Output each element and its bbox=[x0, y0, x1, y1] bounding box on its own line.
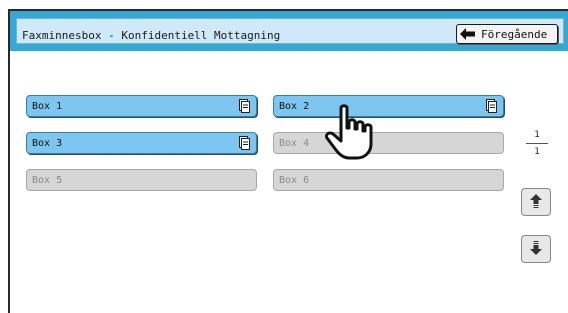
back-button-label: Föregående bbox=[481, 27, 548, 41]
box-label: Box 1 bbox=[32, 100, 63, 112]
scroll-up-button[interactable] bbox=[521, 188, 551, 216]
document-icon bbox=[239, 136, 250, 153]
window-frame bbox=[8, 9, 568, 313]
box-label: Box 5 bbox=[32, 174, 63, 186]
box-3-button[interactable]: Box 3 bbox=[26, 132, 257, 154]
box-6-button[interactable]: Box 6 bbox=[273, 169, 504, 191]
document-icon bbox=[239, 99, 250, 116]
scroll-down-button[interactable] bbox=[521, 235, 551, 263]
document-icon bbox=[486, 99, 497, 116]
box-4-button[interactable]: Box 4 bbox=[273, 132, 504, 154]
box-5-button[interactable]: Box 5 bbox=[26, 169, 257, 191]
arrow-left-icon bbox=[457, 28, 479, 40]
box-label: Box 2 bbox=[279, 100, 310, 112]
current-page: 1 bbox=[534, 130, 540, 140]
box-label: Box 3 bbox=[32, 137, 63, 149]
box-label: Box 4 bbox=[279, 137, 310, 149]
page-divider bbox=[526, 143, 548, 144]
total-pages: 1 bbox=[534, 147, 540, 157]
hand-cursor-icon bbox=[325, 104, 381, 166]
arrow-up-icon bbox=[530, 193, 542, 212]
arrow-down-icon bbox=[530, 240, 542, 259]
box-2-button[interactable]: Box 2 bbox=[273, 95, 504, 117]
box-1-button[interactable]: Box 1 bbox=[26, 95, 257, 117]
page-indicator: 1 1 bbox=[522, 130, 552, 157]
back-button[interactable]: Föregående bbox=[456, 24, 558, 44]
page-title: Faxminnesbox - Konfidentiell Mottagning bbox=[22, 29, 281, 42]
box-label: Box 6 bbox=[279, 174, 310, 186]
